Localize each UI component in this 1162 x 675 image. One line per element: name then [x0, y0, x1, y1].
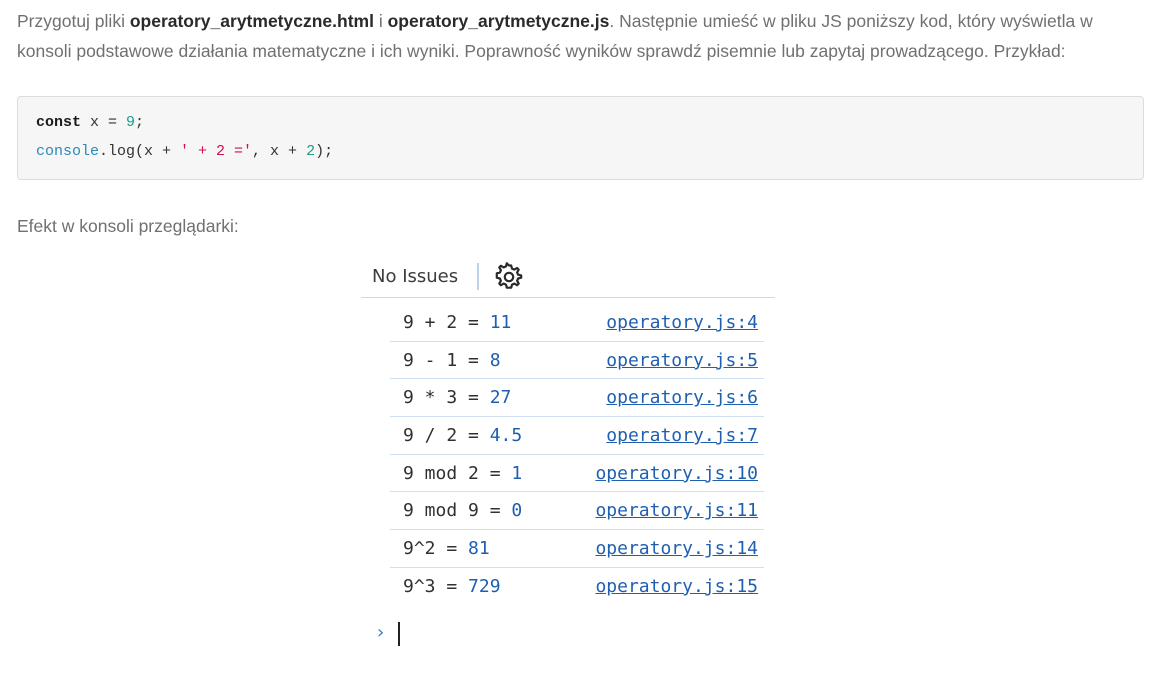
console-message: 9 - 1 = 8: [403, 350, 501, 371]
code-text: );: [315, 143, 334, 160]
code-text: , x +: [252, 143, 307, 160]
message-expression: 9 + 2 =: [403, 312, 490, 333]
code-line-1: const x = 9;: [36, 114, 144, 131]
console-messages: 9 + 2 = 11 operatory.js:4 9 - 1 = 8 oper…: [390, 304, 764, 606]
filename-js: operatory_arytmetyczne.js: [387, 11, 610, 31]
message-value: 81: [468, 538, 490, 560]
message-value: 0: [511, 500, 523, 522]
code-block: const x = 9; console.log(x + ' + 2 =', x…: [17, 96, 1144, 180]
console-message: 9 mod 9 = 0: [403, 500, 522, 521]
console-toolbar: No Issues: [361, 258, 775, 298]
filename-html: operatory_arytmetyczne.html: [129, 11, 374, 31]
message-expression: 9 * 3 =: [403, 387, 490, 409]
code-text: ;: [135, 114, 145, 131]
code-string: ' + 2 =': [180, 143, 253, 160]
source-link[interactable]: operatory.js:15: [595, 576, 758, 597]
console-row: 9 * 3 = 27 operatory.js:6: [390, 379, 764, 418]
message-expression: 9 - 1 =: [403, 349, 490, 371]
source-link[interactable]: operatory.js:4: [606, 312, 758, 333]
code-number: 2: [306, 143, 316, 160]
console-panel: No Issues 9 + 2 = 11 operatory.js:4 9 - …: [361, 258, 775, 658]
code-keyword: const: [36, 114, 82, 131]
console-prompt-icon: ›: [375, 622, 386, 643]
source-link[interactable]: operatory.js:14: [595, 538, 758, 559]
message-value: 11: [489, 312, 512, 333]
code-text: x =: [81, 114, 127, 131]
console-message: 9 + 2 = 11: [403, 312, 511, 333]
console-message: 9 mod 2 = 1: [403, 463, 522, 484]
console-row: 9 mod 2 = 1 operatory.js:10: [390, 455, 764, 493]
source-link[interactable]: operatory.js:10: [595, 463, 758, 484]
console-row: 9^2 = 81 operatory.js:14: [390, 530, 764, 568]
intro-paragraph: Przygotuj pliki operatory_arytmetyczne.h…: [17, 7, 1137, 66]
source-link[interactable]: operatory.js:11: [595, 500, 758, 521]
message-expression: 9^2 =: [403, 538, 469, 560]
effect-label: Efekt w konsoli przeglądarki:: [17, 216, 239, 236]
console-message: 9 * 3 = 27: [403, 387, 511, 408]
message-expression: 9^3 =: [403, 575, 469, 597]
code-number: 9: [126, 114, 136, 131]
message-value: 8: [489, 349, 501, 371]
source-link[interactable]: operatory.js:7: [606, 425, 758, 446]
console-row: 9 mod 9 = 0 operatory.js:11: [390, 492, 764, 531]
message-expression: 9 mod 2 =: [403, 462, 512, 484]
message-value: 1: [511, 462, 523, 484]
console-row: 9 - 1 = 8 operatory.js:5: [390, 342, 764, 380]
message-value: 27: [489, 387, 512, 409]
code-object: console: [36, 143, 100, 160]
toolbar-separator: [477, 263, 479, 290]
console-row: 9 / 2 = 4.5 operatory.js:7: [390, 417, 764, 455]
gear-icon[interactable]: [494, 262, 524, 292]
message-expression: 9 / 2 =: [403, 425, 490, 447]
message-value: 4.5: [489, 425, 523, 447]
issues-button[interactable]: No Issues: [372, 266, 458, 287]
message-value: 729: [468, 575, 501, 597]
message-expression: 9 mod 9 =: [403, 500, 512, 522]
console-row: 9 + 2 = 11 operatory.js:4: [390, 304, 764, 342]
console-message: 9^2 = 81: [403, 538, 490, 559]
code-line-2: console.log(x + ' + 2 =', x + 2);: [36, 143, 333, 160]
console-row: 9^3 = 729 operatory.js:15: [390, 568, 764, 606]
console-message: 9^3 = 729: [403, 576, 501, 597]
intro-text-1: Przygotuj pliki: [17, 11, 130, 31]
code-text: .log(x +: [99, 143, 181, 160]
console-message: 9 / 2 = 4.5: [403, 425, 522, 446]
source-link[interactable]: operatory.js:5: [606, 350, 758, 371]
source-link[interactable]: operatory.js:6: [606, 387, 758, 408]
console-input-cursor[interactable]: [398, 622, 400, 646]
intro-text-2: i: [373, 11, 388, 31]
